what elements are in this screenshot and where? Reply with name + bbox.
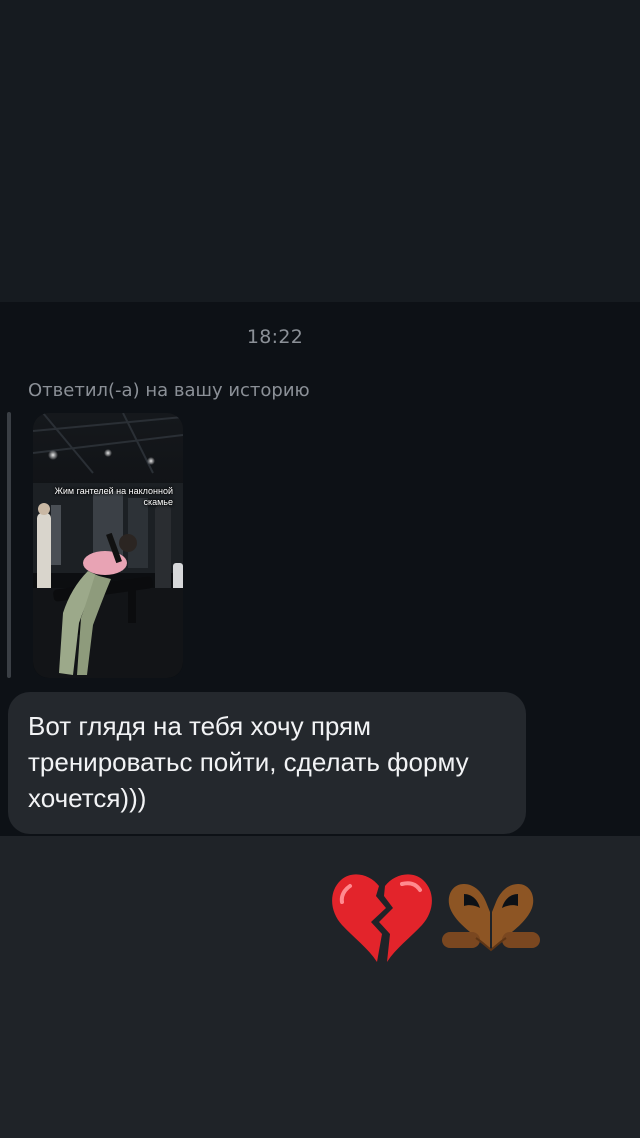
story-preview[interactable]: Жим гантелей на наклонной скамье <box>33 413 183 678</box>
message-text: Вот глядя на тебя хочу прям тренироватьс… <box>28 711 469 813</box>
broken-heart-icon <box>332 874 432 962</box>
message-timestamp: 18:22 <box>246 326 304 348</box>
chat-screen: 18:22 Ответил(-а) на вашу историю Жим га… <box>0 0 640 1138</box>
reply-indicator-bar <box>7 412 11 678</box>
gym-scene-image <box>33 413 183 678</box>
story-reply-label: Ответил(-а) на вашу историю <box>28 380 310 401</box>
emoji-message[interactable] <box>330 868 546 968</box>
previous-message-area <box>0 0 640 302</box>
heart-hands-icon <box>442 884 540 952</box>
story-caption: Жим гантелей на наклонной скамье <box>54 486 173 507</box>
message-bubble[interactable]: Вот глядя на тебя хочу прям тренироватьс… <box>8 692 526 834</box>
